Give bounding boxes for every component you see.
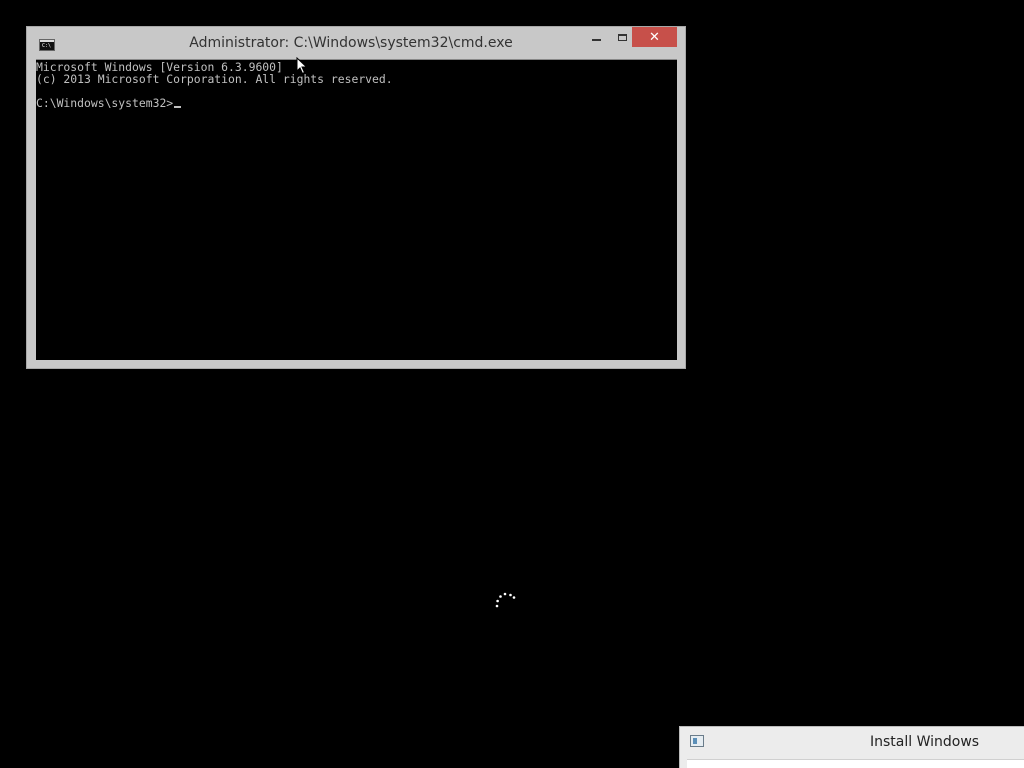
mouse-pointer-icon	[296, 57, 308, 75]
console-output: Microsoft Windows [Version 6.3.9600] (c)…	[36, 60, 677, 109]
install-window-title: Install Windows	[870, 734, 980, 750]
desktop: C:\ Administrator: C:\Windows\system32\c…	[0, 0, 1024, 768]
text-cursor	[174, 106, 182, 108]
console-area[interactable]: Microsoft Windows [Version 6.3.9600] (c)…	[36, 59, 677, 360]
close-icon: ✕	[649, 29, 660, 45]
install-windows-icon[interactable]	[690, 735, 704, 747]
loading-spinner-icon	[495, 592, 516, 608]
cmd-window[interactable]: C:\ Administrator: C:\Windows\system32\c…	[26, 26, 686, 369]
install-window-body	[687, 759, 1024, 768]
console-line-copyright: (c) 2013 Microsoft Corporation. All righ…	[36, 72, 393, 86]
install-windows-window[interactable]: Install Windows	[679, 726, 1024, 768]
minimize-button[interactable]	[583, 27, 609, 47]
console-prompt: C:\Windows\system32>	[36, 96, 174, 110]
cmd-titlebar[interactable]: C:\ Administrator: C:\Windows\system32\c…	[27, 27, 685, 59]
close-button[interactable]: ✕	[632, 27, 677, 47]
